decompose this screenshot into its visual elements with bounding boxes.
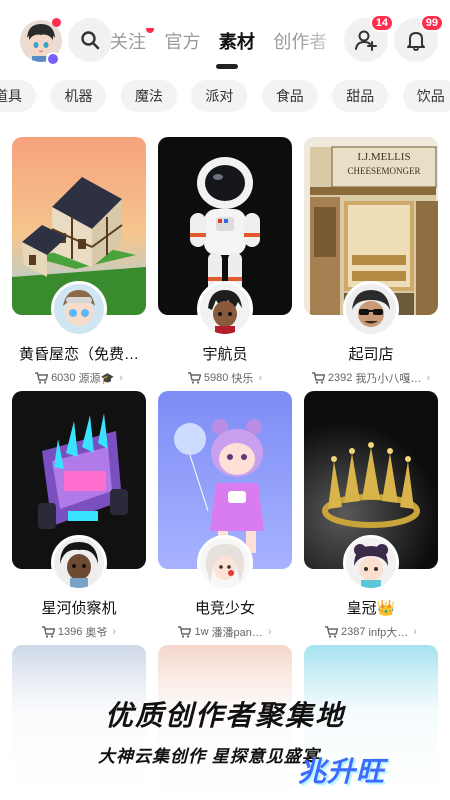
material-card[interactable]: 电竞少女 1w 潘潘pan… › (158, 391, 292, 640)
card-author[interactable]: 潘潘pan… (212, 624, 263, 640)
material-card[interactable]: I.J.MELLIS CHEESEMONGER 起司店 2392 我乃小八嘎… … (304, 137, 438, 386)
notifications-button[interactable]: 99 (394, 14, 444, 62)
chip-props[interactable]: 道具 (0, 80, 36, 112)
card-count: 5980 (203, 372, 229, 384)
chip-drinks[interactable]: 饮品 (402, 80, 450, 112)
cart-icon (187, 372, 201, 384)
chevron-right-icon: › (112, 626, 117, 638)
card-count: 2392 (327, 372, 353, 384)
card-author[interactable]: 快乐 (231, 370, 253, 386)
card-meta: 2387 infp大… › (304, 624, 438, 640)
card-author[interactable]: 我乃小八嘎… (355, 370, 421, 386)
card-count: 2387 (341, 626, 366, 638)
app-screen: 关注 官方 素材 创作者 好友 14 99 (0, 0, 450, 800)
chip-dessert[interactable]: 甜品 (332, 80, 389, 112)
add-friend-button[interactable]: 14 (344, 14, 394, 62)
cart-icon (41, 626, 55, 638)
card-meta: 2392 我乃小八嘎… › (304, 370, 438, 386)
tab-official[interactable]: 官方 (164, 28, 200, 54)
card-meta: 6030 源源🎓 › (12, 370, 146, 386)
card-count: 1396 (57, 626, 83, 638)
tab-following-label: 关注 (110, 32, 146, 52)
card-author[interactable]: infp大… (369, 624, 409, 640)
card-meta: 1396 奥爷 › (12, 624, 146, 640)
card-author[interactable]: 奥爷 (85, 624, 107, 640)
creator-avatar[interactable] (197, 281, 253, 337)
add-friend-icon (355, 30, 377, 51)
tab-materials[interactable]: 素材 (219, 28, 255, 54)
chip-magic[interactable]: 魔法 (120, 80, 177, 112)
avatar-notification-dot (52, 18, 61, 27)
material-card[interactable]: 皇冠👑 2387 infp大… › (304, 391, 438, 640)
chevron-right-icon: › (426, 372, 431, 384)
tab-following-dot (146, 28, 154, 33)
card-meta: 1w 潘潘pan… › (158, 624, 292, 640)
brand-logo: 兆升旺 (298, 756, 386, 787)
creator-avatar[interactable] (197, 535, 253, 591)
add-friend-badge: 14 (369, 14, 394, 32)
cart-icon (311, 372, 325, 384)
shop-sign-line2: CHEESEMONGER (347, 166, 421, 176)
shop-sign-line1: I.J.MELLIS (357, 151, 411, 163)
card-title: 皇冠👑 (346, 600, 396, 617)
card-count: 1w (194, 626, 209, 638)
chevron-right-icon: › (267, 626, 272, 638)
bell-icon (407, 32, 425, 51)
card-title: 星河侦察机 (41, 600, 117, 617)
material-card[interactable]: 黄昏屋恋（免费… 6030 源源🎓 › (12, 137, 146, 386)
chevron-right-icon: › (258, 372, 263, 384)
tab-following[interactable]: 关注 (110, 28, 154, 54)
chip-machines[interactable]: 机器 (50, 80, 107, 112)
chip-party[interactable]: 派对 (191, 80, 248, 112)
creator-avatar[interactable] (51, 281, 107, 337)
creator-avatar[interactable] (343, 281, 399, 337)
tabs-fade (300, 20, 350, 64)
cart-icon (35, 372, 49, 384)
creator-avatar[interactable] (51, 535, 107, 591)
card-title: 宇航员 (202, 346, 248, 363)
card-count: 6030 (51, 372, 76, 384)
material-card[interactable]: 星河侦察机 1396 奥爷 › (12, 391, 146, 640)
card-title: 黄昏屋恋（免费… (18, 346, 139, 363)
promo-subtitle: 大神云集创作 星探意见盛宴 (98, 747, 320, 766)
top-header: 关注 官方 素材 创作者 好友 14 99 (0, 14, 450, 70)
active-tab-indicator (216, 64, 238, 69)
cart-icon (325, 626, 339, 638)
material-card[interactable]: 宇航员 5980 快乐 › (158, 137, 292, 386)
chip-food[interactable]: 食品 (261, 80, 318, 112)
category-chips: 道具 机器 魔法 派对 食品 甜品 饮品 化妆 (0, 80, 450, 114)
chevron-right-icon: › (413, 626, 417, 638)
card-title: 起司店 (348, 346, 394, 363)
avatar-level-badge (46, 52, 60, 66)
chevron-right-icon: › (119, 372, 123, 384)
promo-title: 优质创作者聚集地 (104, 700, 345, 731)
notification-badge: 99 (419, 14, 444, 32)
cart-icon (178, 626, 192, 638)
shop-sign: I.J.MELLIS CHEESEMONGER (332, 151, 436, 176)
card-meta: 5980 快乐 › (158, 370, 292, 386)
search-icon (81, 31, 100, 50)
card-title: 电竞少女 (194, 600, 255, 617)
search-button[interactable] (68, 18, 112, 62)
creator-avatar[interactable] (343, 535, 399, 591)
card-author[interactable]: 源源🎓 (79, 370, 115, 386)
